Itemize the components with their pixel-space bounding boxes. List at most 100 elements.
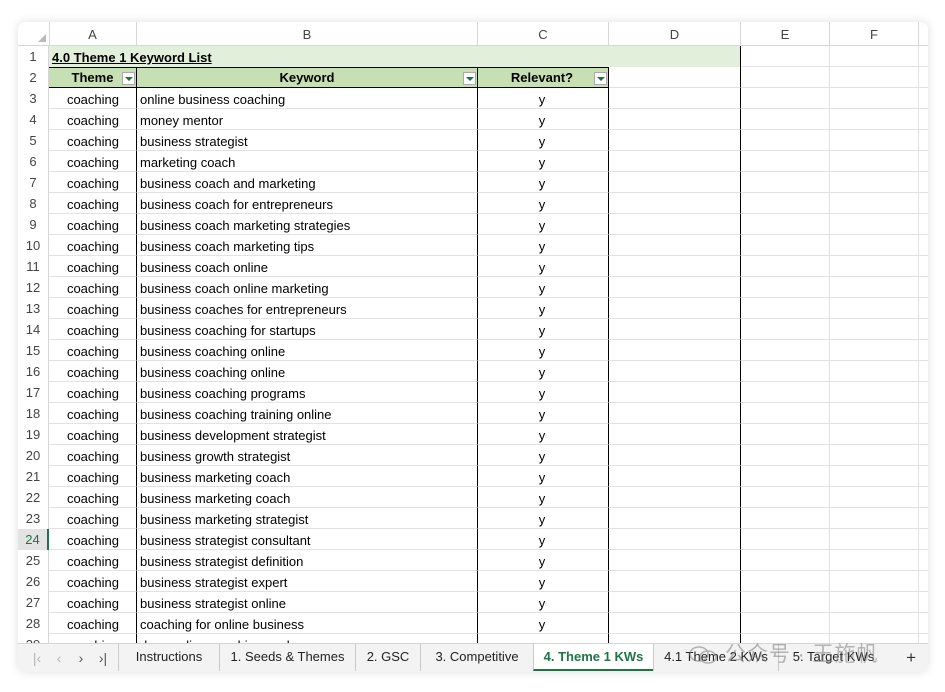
row-header[interactable]: 8 <box>18 193 49 214</box>
empty-cell[interactable] <box>919 508 928 529</box>
relevant-header-cell[interactable]: Relevant? <box>478 67 609 88</box>
empty-cell[interactable] <box>919 277 928 298</box>
empty-cell[interactable] <box>609 193 741 214</box>
relevant-cell[interactable]: y <box>478 487 609 508</box>
keyword-cell[interactable]: business coaching training online <box>137 403 478 424</box>
empty-cell[interactable] <box>919 235 928 256</box>
keyword-cell[interactable]: business strategist definition <box>137 550 478 571</box>
row-header[interactable]: 22 <box>18 487 49 508</box>
empty-cell[interactable] <box>919 592 928 613</box>
theme-cell[interactable]: coaching <box>49 424 137 445</box>
empty-cell[interactable] <box>830 592 919 613</box>
empty-cell[interactable] <box>830 67 919 88</box>
keyword-cell[interactable]: coaching for online business <box>137 613 478 634</box>
empty-cell[interactable] <box>609 256 741 277</box>
empty-cell[interactable] <box>830 382 919 403</box>
empty-cell[interactable] <box>919 571 928 592</box>
empty-cell[interactable] <box>919 361 928 382</box>
relevant-cell[interactable]: y <box>478 298 609 319</box>
empty-cell[interactable] <box>741 256 830 277</box>
relevant-cell[interactable]: y <box>478 571 609 592</box>
empty-cell[interactable] <box>830 508 919 529</box>
empty-cell[interactable] <box>609 382 741 403</box>
row-header[interactable]: 17 <box>18 382 49 403</box>
empty-cell[interactable] <box>830 445 919 466</box>
prev-sheet-icon[interactable]: ‹ <box>48 644 70 672</box>
row-header[interactable]: 20 <box>18 445 49 466</box>
column-header-f[interactable]: F <box>830 22 919 45</box>
empty-cell[interactable] <box>741 298 830 319</box>
relevant-cell[interactable]: y <box>478 88 609 109</box>
theme-cell[interactable]: coaching <box>49 382 137 403</box>
empty-cell[interactable] <box>919 529 928 550</box>
empty-cell[interactable] <box>919 445 928 466</box>
relevant-cell[interactable]: y <box>478 109 609 130</box>
keyword-cell[interactable]: business coaches for entrepreneurs <box>137 298 478 319</box>
keyword-cell[interactable]: business strategist expert <box>137 571 478 592</box>
empty-cell[interactable] <box>830 277 919 298</box>
empty-cell[interactable] <box>609 466 741 487</box>
relevant-cell[interactable]: y <box>478 130 609 151</box>
relevant-cell[interactable]: y <box>478 508 609 529</box>
theme-header-cell[interactable]: Theme <box>49 67 137 88</box>
empty-cell[interactable] <box>741 340 830 361</box>
theme-cell[interactable]: coaching <box>49 508 137 529</box>
theme-cell[interactable]: coaching <box>49 130 137 151</box>
empty-cell[interactable] <box>741 130 830 151</box>
empty-cell[interactable] <box>830 298 919 319</box>
empty-cell[interactable] <box>830 403 919 424</box>
theme-cell[interactable]: coaching <box>49 550 137 571</box>
empty-cell[interactable] <box>830 550 919 571</box>
empty-cell[interactable] <box>830 172 919 193</box>
row-header[interactable]: 3 <box>18 88 49 109</box>
empty-cell[interactable] <box>830 193 919 214</box>
keyword-cell[interactable]: business coach and marketing <box>137 172 478 193</box>
empty-cell[interactable] <box>919 193 928 214</box>
row-header[interactable]: 24 <box>18 529 49 550</box>
filter-dropdown-icon[interactable] <box>463 72 476 85</box>
empty-cell[interactable] <box>741 487 830 508</box>
row-header[interactable]: 27 <box>18 592 49 613</box>
theme-cell[interactable]: coaching <box>49 403 137 424</box>
empty-cell[interactable] <box>609 214 741 235</box>
keyword-cell[interactable]: business coach online marketing <box>137 277 478 298</box>
empty-cell[interactable] <box>609 235 741 256</box>
empty-cell[interactable] <box>919 487 928 508</box>
row-header[interactable]: 6 <box>18 151 49 172</box>
empty-cell[interactable] <box>919 298 928 319</box>
column-header-a[interactable]: A <box>49 22 137 45</box>
relevant-cell[interactable]: y <box>478 319 609 340</box>
empty-cell[interactable] <box>741 235 830 256</box>
theme-cell[interactable]: coaching <box>49 193 137 214</box>
row-header[interactable]: 10 <box>18 235 49 256</box>
theme-cell[interactable]: coaching <box>49 298 137 319</box>
column-header-c[interactable]: C <box>478 22 609 45</box>
column-header-b[interactable]: B <box>137 22 478 45</box>
empty-cell[interactable] <box>741 571 830 592</box>
empty-cell[interactable] <box>919 151 928 172</box>
empty-cell[interactable] <box>830 88 919 109</box>
relevant-cell[interactable]: y <box>478 151 609 172</box>
tab-competitive[interactable]: 3. Competitive <box>420 644 533 671</box>
empty-cell[interactable] <box>919 340 928 361</box>
keyword-cell[interactable]: business coaching programs <box>137 382 478 403</box>
empty-cell[interactable] <box>609 571 741 592</box>
row-header[interactable]: 5 <box>18 130 49 151</box>
relevant-cell[interactable]: y <box>478 277 609 298</box>
row-header[interactable]: 13 <box>18 298 49 319</box>
theme-cell[interactable]: coaching <box>49 466 137 487</box>
empty-cell[interactable] <box>741 172 830 193</box>
add-sheet-icon[interactable]: + <box>906 644 916 672</box>
keyword-cell[interactable]: business coaching for startups <box>137 319 478 340</box>
row-header[interactable]: 19 <box>18 424 49 445</box>
row-header[interactable]: 18 <box>18 403 49 424</box>
theme-cell[interactable]: coaching <box>49 109 137 130</box>
empty-cell[interactable] <box>741 508 830 529</box>
empty-cell[interactable] <box>741 613 830 634</box>
row-header[interactable]: 16 <box>18 361 49 382</box>
relevant-cell[interactable]: y <box>478 382 609 403</box>
sheet-title-cell[interactable]: 4.0 Theme 1 Keyword List <box>49 46 741 67</box>
empty-cell[interactable] <box>609 445 741 466</box>
empty-cell[interactable] <box>609 88 741 109</box>
empty-cell[interactable] <box>919 550 928 571</box>
